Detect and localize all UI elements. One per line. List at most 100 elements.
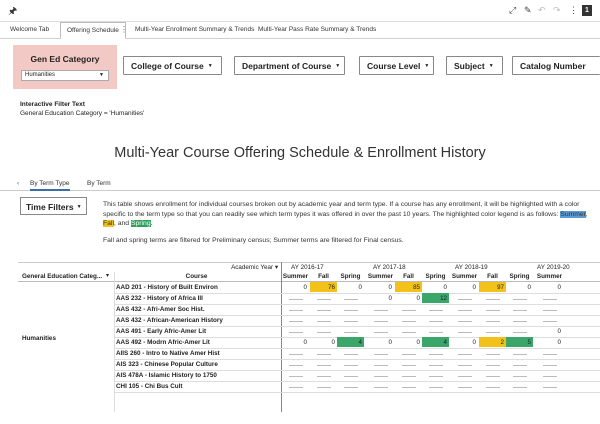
year-header: AY 2016-17 xyxy=(291,264,324,271)
empty-cell-dash xyxy=(429,321,443,322)
course-cell[interactable]: AIIS 260 - Intro to Native Amer Hist xyxy=(116,350,279,357)
empty-cell-dash xyxy=(402,365,416,366)
empty-cell-dash xyxy=(486,354,500,355)
course-cell[interactable]: AAS 491 - Early Afric-Amer Lit xyxy=(116,328,279,335)
empty-cell-dash xyxy=(429,332,443,333)
course-level-button[interactable]: Course Level ▼ xyxy=(359,56,434,75)
department-of-course-label: Department of Course xyxy=(242,61,332,71)
year-header: AY 2017-18 xyxy=(373,264,406,271)
enrollment-cell: 0 xyxy=(303,339,307,346)
empty-cell-dash xyxy=(458,310,472,311)
enrollment-cell: 0 xyxy=(388,295,392,302)
page-number-badge[interactable]: 1 xyxy=(582,5,592,16)
enrollment-cell: 5 xyxy=(506,337,533,347)
empty-cell-dash xyxy=(289,387,303,388)
subtab-by-term[interactable]: By Term xyxy=(87,180,111,187)
row-divider xyxy=(114,348,600,349)
empty-cell-dash xyxy=(374,321,388,322)
department-of-course-button[interactable]: Department of Course ▼ xyxy=(234,56,345,75)
term-type-header: Summer xyxy=(367,273,394,280)
row-divider xyxy=(114,370,600,371)
empty-cell-dash xyxy=(402,354,416,355)
academic-year-label[interactable]: Academic Year ▾ xyxy=(200,264,278,271)
year-header: AY 2019-20 xyxy=(537,264,570,271)
gen-ed-select[interactable]: Humanities ▼ xyxy=(21,70,109,81)
course-cell[interactable]: AAS 432 - Afri-Amer Soc Hist. xyxy=(116,306,279,313)
tab-pass-rate-summary[interactable]: Multi-Year Pass Rate Summary & Trends xyxy=(258,26,376,33)
chevron-down-icon: ▼ xyxy=(76,204,82,210)
subtab-by-term-type[interactable]: By Term Type xyxy=(30,180,70,191)
filter-text-value: General Education Category = 'Humanities… xyxy=(20,110,145,117)
course-column-header[interactable]: Course xyxy=(115,273,278,280)
empty-cell-dash xyxy=(543,387,557,388)
enrollment-cell: 0 xyxy=(416,295,420,302)
more-options-icon[interactable]: ⋮ xyxy=(569,5,578,16)
empty-cell-dash xyxy=(543,354,557,355)
row-divider xyxy=(114,381,600,382)
empty-cell-dash xyxy=(344,365,358,366)
enrollment-cell: 0 xyxy=(557,284,561,291)
empty-cell-dash xyxy=(402,332,416,333)
empty-cell-dash xyxy=(486,310,500,311)
course-cell[interactable]: AIS 478A - Islamic History to 1750 xyxy=(116,372,279,379)
empty-cell-dash xyxy=(543,321,557,322)
course-cell[interactable]: AAD 201 - History of Built Environ xyxy=(116,284,279,291)
empty-cell-dash xyxy=(289,332,303,333)
census-note: Fall and spring terms are filtered for P… xyxy=(103,237,404,244)
empty-cell-dash xyxy=(486,321,500,322)
enrollment-cell: 4 xyxy=(422,337,449,347)
course-cell[interactable]: AAS 232 - History of Africa III xyxy=(116,295,279,302)
empty-cell-dash xyxy=(458,354,472,355)
term-type-header: Spring xyxy=(509,273,530,280)
empty-cell-dash xyxy=(402,387,416,388)
pin-icon[interactable]: 🖈 xyxy=(8,4,17,21)
empty-cell-dash xyxy=(543,299,557,300)
empty-cell-dash xyxy=(513,332,527,333)
empty-cell-dash xyxy=(513,321,527,322)
empty-cell-dash xyxy=(458,365,472,366)
redo-icon[interactable]: ↷ xyxy=(553,5,561,16)
empty-cell-dash xyxy=(374,376,388,377)
catalog-number-button[interactable]: Catalog Number xyxy=(512,56,600,75)
expand-icon[interactable]: ⤢ xyxy=(509,5,516,16)
tab-welcome[interactable]: Welcome Tab xyxy=(10,26,49,33)
tab-enrollment-summary[interactable]: Multi-Year Enrollment Summary & Trends xyxy=(135,26,254,33)
tab-menu-icon[interactable]: ⋮ xyxy=(120,25,128,34)
subject-button[interactable]: Subject ▼ xyxy=(446,56,503,75)
top-toolbar: 🖈 ⤢ ✎ ↶ ↷ ⋮ 1 xyxy=(0,0,600,22)
chevron-down-icon: ▼ xyxy=(207,63,213,69)
sort-icon[interactable]: ▾ xyxy=(106,272,109,279)
course-cell[interactable]: AIS 323 - Chinese Popular Culture xyxy=(116,361,279,368)
time-filters-button[interactable]: Time Filters ▼ xyxy=(20,197,87,215)
empty-cell-dash xyxy=(513,354,527,355)
empty-cell-dash xyxy=(289,299,303,300)
chevron-left-icon[interactable]: ‹ xyxy=(17,180,19,187)
empty-cell-dash xyxy=(317,332,331,333)
course-cell[interactable]: CHI 105 - Chi Bus Cult xyxy=(116,383,279,390)
empty-cell-dash xyxy=(317,365,331,366)
course-cell[interactable]: AAS 432 - African-American History xyxy=(116,317,279,324)
enrollment-cell: 85 xyxy=(395,282,422,292)
category-column-header[interactable]: General Education Categ... xyxy=(22,273,114,280)
empty-cell-dash xyxy=(344,332,358,333)
college-of-course-button[interactable]: College of Course ▼ xyxy=(123,56,222,75)
edit-icon[interactable]: ✎ xyxy=(524,5,532,16)
empty-cell-dash xyxy=(317,299,331,300)
legend-end: . xyxy=(150,220,153,227)
tab-offering-schedule[interactable]: Offering Schedule xyxy=(60,22,126,39)
enrollment-cell: 0 xyxy=(557,339,561,346)
term-type-header: Spring xyxy=(425,273,446,280)
enrollment-cell: 0 xyxy=(388,339,392,346)
catalog-number-label: Catalog Number xyxy=(520,61,586,71)
gen-ed-select-value: Humanities xyxy=(25,72,56,78)
empty-cell-dash xyxy=(374,365,388,366)
course-cell[interactable]: AAS 492 - Modrn Afric-Amer Lit xyxy=(116,339,279,346)
empty-cell-dash xyxy=(458,376,472,377)
enrollment-cell: 0 xyxy=(527,284,531,291)
row-divider xyxy=(114,293,600,294)
enrollment-cell: 4 xyxy=(337,337,364,347)
undo-icon[interactable]: ↶ xyxy=(538,5,546,16)
term-type-header: Summer xyxy=(451,273,478,280)
empty-cell-dash xyxy=(317,321,331,322)
empty-cell-dash xyxy=(429,354,443,355)
